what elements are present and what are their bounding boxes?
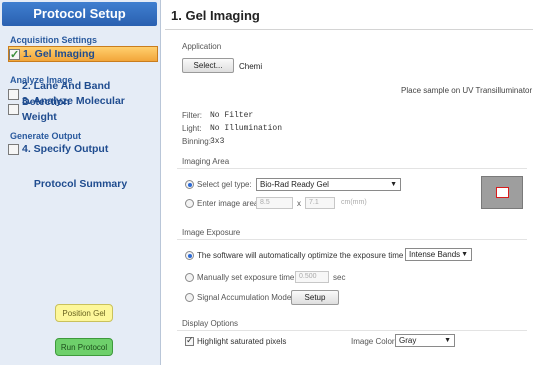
- step-checkbox-icon[interactable]: [8, 103, 19, 115]
- select-application-button[interactable]: Select...: [182, 58, 234, 73]
- image-exposure-title: Image Exposure: [182, 228, 241, 237]
- exposure-target-select[interactable]: Intense Bands ▼: [405, 248, 472, 261]
- protocol-summary-link[interactable]: Protocol Summary: [0, 178, 161, 190]
- exposure-time-input[interactable]: 0.500: [295, 271, 329, 283]
- step-checkbox-icon[interactable]: [8, 143, 19, 155]
- light-label: Light:: [182, 124, 202, 133]
- protocol-setup-header: Protocol Setup: [2, 2, 157, 26]
- area-x-separator: x: [297, 199, 301, 208]
- protocol-sidebar: Protocol Setup Acquisition Settings 1. G…: [0, 0, 161, 365]
- gel-type-value: Bio-Rad Ready Gel: [260, 180, 329, 189]
- image-color-select[interactable]: Gray ▼: [395, 334, 455, 347]
- auto-exposure-radio[interactable]: [185, 251, 194, 260]
- chevron-down-icon: ▼: [444, 337, 451, 344]
- signal-accumulation-label: Signal Accumulation Mode: [197, 293, 292, 302]
- binning-value: 3x3: [210, 137, 225, 146]
- sample-placement-note: Place sample on UV Transilluminator: [401, 86, 533, 95]
- gel-type-select[interactable]: Bio-Rad Ready Gel ▼: [256, 178, 401, 191]
- step-checkbox-icon[interactable]: [8, 88, 19, 100]
- step-label: 4. Specify Output: [22, 143, 109, 155]
- filter-value: No Filter: [210, 111, 254, 120]
- display-options-divider: [177, 330, 527, 331]
- step-specify-output[interactable]: 4. Specify Output: [8, 141, 158, 157]
- step-checked-icon[interactable]: [9, 47, 20, 63]
- generate-output-title: Generate Output: [10, 131, 82, 141]
- imaging-area-preview: [481, 176, 523, 209]
- highlight-saturated-checkbox[interactable]: [185, 335, 194, 346]
- run-protocol-button[interactable]: Run Protocol: [55, 338, 113, 356]
- application-value: Chemi: [239, 62, 263, 71]
- imaging-area-divider: [177, 168, 527, 169]
- page-title: 1. Gel Imaging: [165, 2, 533, 30]
- image-exposure-divider: [177, 239, 527, 240]
- step-analyze-molecular-weight[interactable]: 3. Analyze Molecular Weight: [8, 95, 158, 123]
- display-options-title: Display Options: [182, 319, 239, 328]
- manual-exposure-label: Manually set exposure time:: [197, 273, 297, 282]
- chevron-down-icon: ▼: [390, 181, 397, 188]
- image-area-height-input[interactable]: 7.1: [305, 197, 335, 209]
- signal-accumulation-radio[interactable]: [185, 293, 194, 302]
- preview-area-marker: [496, 187, 509, 198]
- light-value: No Illumination: [210, 124, 283, 133]
- binning-label: Binning:: [182, 137, 211, 146]
- image-color-value: Gray: [399, 336, 417, 345]
- setup-button[interactable]: Setup: [291, 290, 339, 305]
- chevron-down-icon: ▼: [461, 251, 468, 258]
- image-area-units: cm(mm): [341, 199, 367, 206]
- step-label: 1. Gel Imaging: [23, 48, 95, 60]
- exposure-time-unit: sec: [333, 273, 346, 282]
- highlight-saturated-label: Highlight saturated pixels: [197, 337, 287, 346]
- imaging-area-title: Imaging Area: [182, 157, 230, 166]
- step-label: 3. Analyze Molecular Weight: [22, 95, 125, 123]
- acquisition-settings-title: Acquisition Settings: [10, 35, 98, 45]
- position-gel-button[interactable]: Position Gel: [55, 304, 113, 322]
- gel-type-label: Select gel type:: [197, 180, 252, 189]
- image-area-label: Enter image area:: [197, 199, 261, 208]
- image-area-radio[interactable]: [185, 199, 194, 208]
- exposure-target-value: Intense Bands: [409, 250, 461, 259]
- image-area-width-input[interactable]: 8.5: [256, 197, 293, 209]
- gel-imaging-panel: 1. Gel Imaging Application Select... Che…: [163, 0, 537, 365]
- filter-label: Filter:: [182, 111, 202, 120]
- manual-exposure-radio[interactable]: [185, 273, 194, 282]
- gel-type-radio[interactable]: [185, 180, 194, 189]
- step-gel-imaging[interactable]: 1. Gel Imaging: [8, 46, 158, 63]
- image-color-label: Image Color:: [351, 337, 397, 346]
- auto-exposure-label: The software will automatically optimize…: [197, 251, 415, 260]
- application-label: Application: [182, 42, 222, 51]
